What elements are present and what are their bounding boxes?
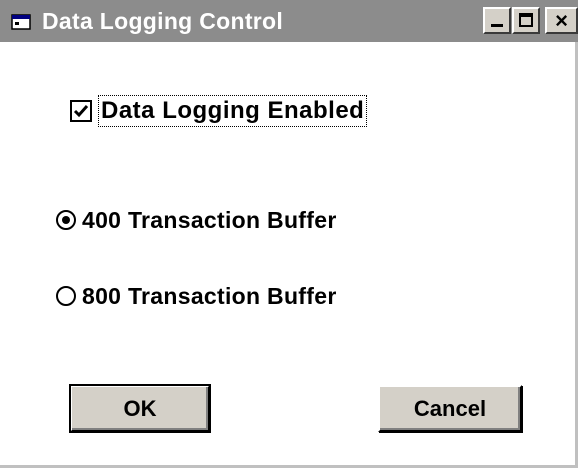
radio-button-icon[interactable] bbox=[55, 285, 77, 307]
cancel-button[interactable]: Cancel bbox=[378, 385, 522, 432]
dialog-window: Data Logging Control × Data Logging Enab… bbox=[0, 0, 578, 468]
minimize-icon bbox=[491, 24, 503, 27]
maximize-button[interactable] bbox=[512, 7, 540, 34]
logging-checkbox[interactable] bbox=[70, 100, 92, 122]
radio-400-label[interactable]: 400 Transaction Buffer bbox=[82, 206, 337, 234]
minimize-button[interactable] bbox=[483, 7, 511, 34]
logging-checkbox-label[interactable]: Data Logging Enabled bbox=[98, 95, 368, 127]
app-window-icon[interactable] bbox=[11, 13, 31, 30]
radio-800-buffer[interactable]: 800 Transaction Buffer bbox=[55, 279, 337, 313]
radio-800-label[interactable]: 800 Transaction Buffer bbox=[82, 282, 337, 310]
maximize-icon bbox=[519, 13, 533, 27]
radio-400-buffer[interactable]: 400 Transaction Buffer bbox=[55, 203, 337, 237]
close-icon: × bbox=[555, 7, 568, 33]
window-title: Data Logging Control bbox=[42, 8, 284, 34]
radio-button-icon[interactable] bbox=[55, 209, 77, 231]
close-button[interactable]: × bbox=[545, 7, 578, 34]
logging-checkbox-row[interactable]: Data Logging Enabled bbox=[70, 94, 368, 128]
title-bar[interactable]: Data Logging Control × bbox=[0, 0, 578, 42]
ok-button[interactable]: OK bbox=[69, 384, 211, 433]
check-icon bbox=[73, 105, 89, 118]
